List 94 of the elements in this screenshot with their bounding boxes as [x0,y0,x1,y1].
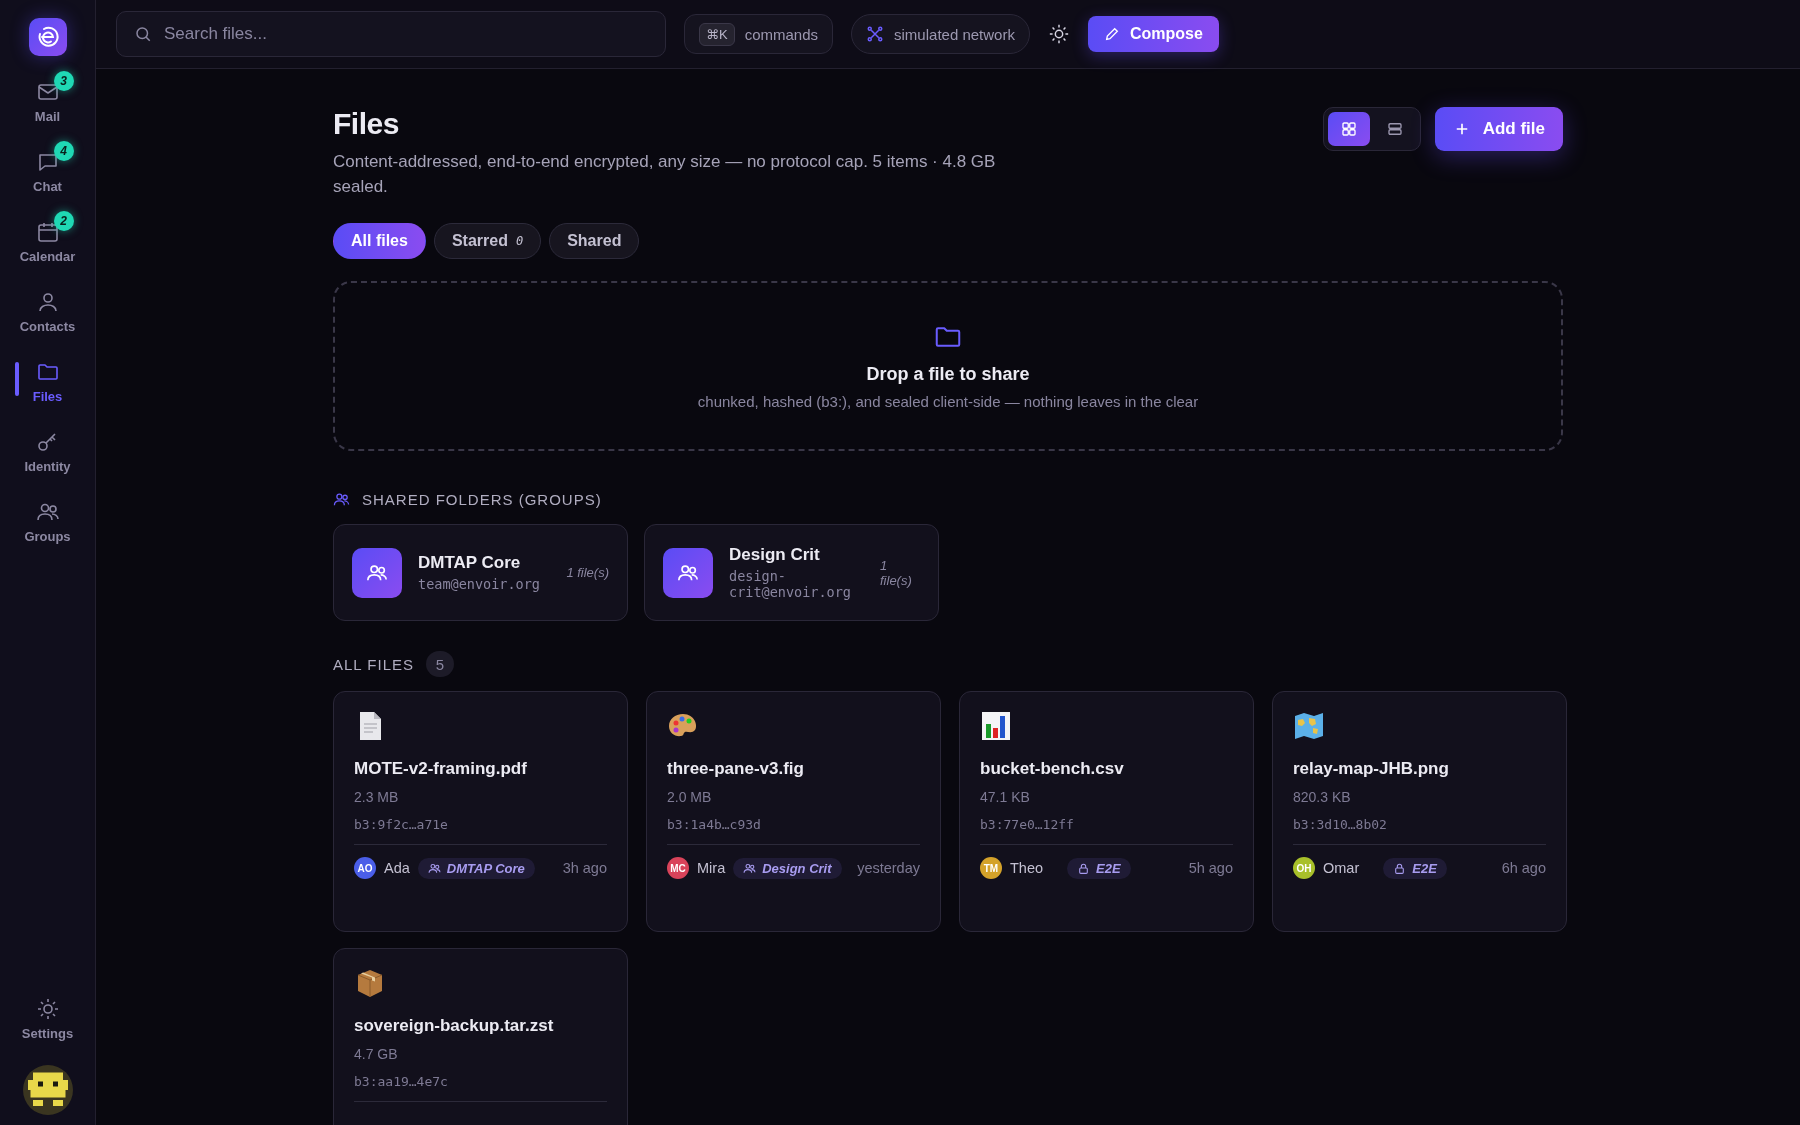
bar-chart-icon [980,710,1012,742]
file-name: bucket-bench.csv [980,759,1124,779]
filter-tab[interactable]: Starred 0 [433,223,542,259]
folder-name: DMTAP Core [418,553,522,573]
modified-time: 5h ago [1188,860,1233,876]
owner-name: Omar [1323,860,1360,876]
count-badge: 4 [53,141,74,161]
file-card[interactable]: relay-map-JHB.png 820.3 KB b3:3d10…8b02 OH Omar E2E 6h ago [1272,691,1567,932]
commands-label: commands [744,25,819,43]
search-icon [134,25,152,43]
file-name: three-pane-v3.fig [667,759,804,779]
drop-hint: chunked, hashed (b3:), and sealed client-side — nothing leaves in the clear [697,393,1199,410]
nav-item[interactable]: Files [0,354,96,424]
file-count: 1 file(s) [880,557,913,588]
folder-address: design-crit@envoir.org [729,568,852,600]
sun-icon[interactable] [1047,23,1070,45]
section-heading: ALL FILES [333,655,414,673]
drop-title: Drop a file to share [866,364,1030,385]
file-hash: b3:9f2c…a71e [354,817,448,832]
avatar: MC [667,857,689,879]
folder-address: team@envoir.org [418,576,541,592]
file-hash: b3:3d10…8b02 [1293,817,1387,832]
file-name: MOTE-v2-framing.pdf [354,759,527,779]
nav-item[interactable]: Identity [0,424,96,494]
nav-item[interactable]: 4 Chat [0,144,96,214]
network-icon [866,25,885,43]
file-card[interactable]: three-pane-v3.fig 2.0 MB b3:1a4b…c93d MC Mira Design Crit yesterday [646,691,941,932]
folder-card[interactable]: DMTAP Core team@envoir.org 1 file(s) [333,524,628,621]
modified-time: yesterday [857,860,920,876]
shortcut-key: ⌘K [699,22,735,46]
grid-icon [1339,120,1358,138]
lock-icon [1077,861,1091,875]
nav-item[interactable]: 2 Calendar [0,214,96,284]
commands-button[interactable]: ⌘K commands [684,14,834,54]
nav-item[interactable]: Contacts [0,284,96,354]
nav-item[interactable]: 3 Mail [0,74,96,144]
section-heading: SHARED FOLDERS (GROUPS) [362,491,602,508]
file-name: sovereign-backup.tar.zst [354,1016,554,1036]
calendar-icon [35,220,60,244]
file-size: 2.0 MB [667,789,712,805]
encryption-tag: E2E [1067,857,1131,879]
people-icon [333,491,350,508]
owner-name: Theo [1010,860,1044,876]
pencil-icon [1103,26,1120,42]
grid-view-button[interactable] [1327,112,1370,146]
page-subtitle: Content-addressed, end-to-end encrypted, any size — no protocol cap. 5 items · 4.8 GB sealed. [333,151,997,198]
folder-name: Design Crit [729,545,821,565]
file-hash: b3:77e0…12ff [980,817,1074,832]
file-hash: b3:aa19…4e7c [354,1074,448,1089]
file-card[interactable]: bucket-bench.csv 47.1 KB b3:77e0…12ff TM Theo E2E 5h ago [959,691,1254,932]
file-size: 47.1 KB [980,789,1030,805]
group-tag: DMTAP Core [417,857,535,879]
folder-card[interactable]: Design Crit design-crit@envoir.org 1 file(s) [644,524,939,621]
nav-item[interactable]: Groups [0,494,96,564]
filter-tab[interactable]: All files [333,223,426,259]
file-size: 4.7 GB [354,1046,398,1062]
network-label: simulated network [894,25,1015,43]
group-icon [663,547,713,598]
avatar: AO [354,857,376,879]
drop-zone[interactable]: Drop a file to share chunked, hashed (b3:), and sealed client-side — nothing leaves in the clear [333,281,1563,451]
file-card[interactable]: MOTE-v2-framing.pdf 2.3 MB b3:9f2c…a71e AO Ada DMTAP Core 3h ago [333,691,628,932]
file-hash: b3:1a4b…c93d [667,817,761,832]
map-icon [1293,710,1325,742]
file-count: 1 file(s) [566,565,609,580]
file-card[interactable]: sovereign-backup.tar.zst 4.7 GB b3:aa19…4e7c [333,948,628,1125]
owner-name: Mira [697,860,726,876]
people-icon [743,861,757,875]
settings-button[interactable]: Settings [0,991,96,1061]
list-icon [1385,120,1404,138]
search-field[interactable]: Search files... [116,11,666,57]
logo-icon[interactable] [28,18,67,56]
avatar: OH [1293,857,1315,879]
count-badge: 2 [53,211,74,231]
avatar: TM [980,857,1002,879]
group-tag: Design Crit [733,857,842,879]
owner-name: Ada [384,860,410,876]
modified-time: 6h ago [1501,860,1546,876]
count-badge: 5 [426,651,454,677]
file-size: 2.3 MB [354,789,399,805]
count-badge: 3 [53,71,74,91]
add-file-button[interactable]: Add file [1434,107,1563,151]
compose-button[interactable]: Compose [1087,16,1219,52]
modified-time: 3h ago [562,860,607,876]
group-icon [352,547,402,598]
encryption-tag: E2E [1383,857,1447,879]
avatar-icon[interactable] [22,1065,73,1115]
people-icon [427,861,441,875]
file-name: relay-map-JHB.png [1293,759,1449,779]
page-title: Files [333,107,400,141]
lock-icon [1393,861,1407,875]
settings-icon [35,997,60,1021]
file-size: 820.3 KB [1293,789,1351,805]
network-button[interactable]: simulated network [851,14,1030,54]
filter-tab[interactable]: Shared [549,223,640,259]
